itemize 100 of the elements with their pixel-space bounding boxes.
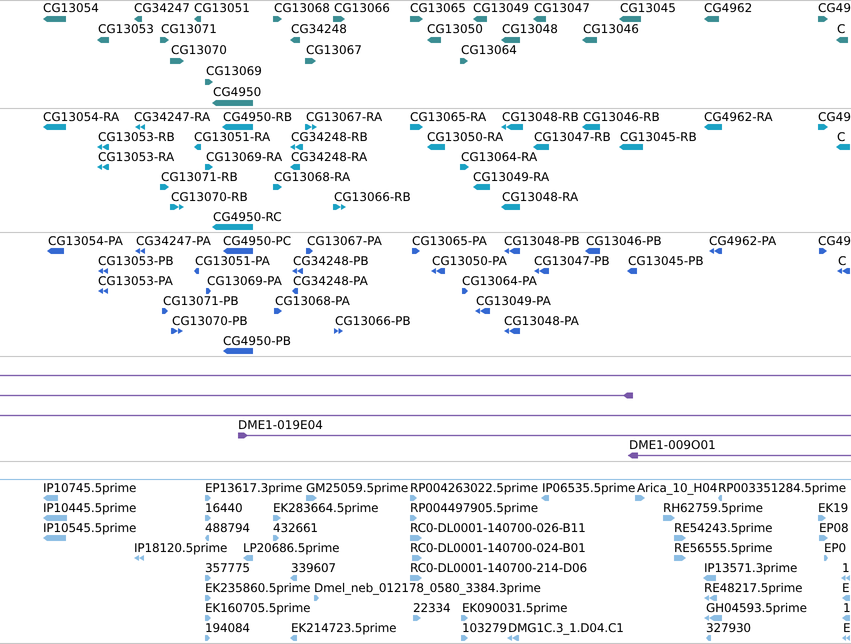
est-label: EP13617.3prime <box>205 481 302 496</box>
protein-label: CG13049-PA <box>476 294 551 308</box>
est-label: IP18120.5prime <box>134 541 228 556</box>
est-label: DMG1C.3_1.D04.C1 <box>508 621 624 636</box>
gene-label: CG49 <box>818 1 851 15</box>
transcript-label: CG13066-RB <box>334 190 411 204</box>
gene-label: CG34247 <box>134 1 190 15</box>
protein-label: CG13053-PA <box>98 274 173 288</box>
protein-label: CG4962-PA <box>709 234 776 248</box>
est-label: RH62759.5prime <box>663 501 763 516</box>
gene-label: C <box>837 22 846 36</box>
est-label: EP0 <box>824 541 846 556</box>
transcript-label: CG4962-RA <box>704 110 773 124</box>
transcript-label: CG13049-RA <box>473 170 550 184</box>
protein-label: CG13070-PB <box>172 314 248 328</box>
protein-label: CG13048-PA <box>504 314 579 328</box>
gene-label: CG13067 <box>306 43 362 57</box>
transcript-label: CG13051-RA <box>194 130 270 144</box>
gene-label: CG13051 <box>194 1 250 15</box>
est-label: 488794 <box>205 521 250 536</box>
est-label: RP004497905.5prime <box>410 501 538 516</box>
gene-label: CG13049 <box>473 1 529 15</box>
protein-label: CG13064-PA <box>462 274 537 288</box>
est-label: 103279 <box>462 621 507 636</box>
est-label: RP004263022.5prime <box>410 481 538 496</box>
protein-label: CG49 <box>818 234 851 248</box>
est-label: RC0-DL0001-140700-026-B11 <box>410 521 586 536</box>
est-label: Dmel_neb_012178_0580_3384.3prime <box>314 581 541 596</box>
protein-label: CG13066-PB <box>335 314 411 328</box>
est-label: 432661 <box>273 521 318 536</box>
est-label: IP10445.5prime <box>43 501 136 516</box>
transcript-label: CG34248-RA <box>291 150 368 164</box>
transcript-label: CG49 <box>818 110 851 124</box>
gene-label: CG13050 <box>427 22 483 36</box>
protein-label: CG13067-PA <box>307 234 382 248</box>
gene-label: CG13069 <box>206 64 262 78</box>
est-label: RE54243.5prime <box>674 521 772 536</box>
protein-label: CG34248-PB <box>293 254 369 268</box>
gene-label: CG13065 <box>410 1 466 15</box>
gene-label: CG13053 <box>98 22 154 36</box>
est-label: Arica_10_H04 <box>637 481 718 496</box>
protein-label: CG13053-PB <box>98 254 174 268</box>
est-label: IP13571.3prime <box>704 561 798 576</box>
est-label: IP10745.5prime <box>43 481 136 496</box>
protein-label: CG13051-PA <box>195 254 270 268</box>
est-label: RC0-DL0001-140700-024-B01 <box>410 541 586 556</box>
gene-label: CG13047 <box>534 1 590 15</box>
est-label: IP06535.5prime <box>542 481 636 496</box>
transcript-label: CG13067-RA <box>306 110 382 124</box>
protein-label: CG4950-PB <box>223 334 292 348</box>
protein-label: CG13065-PA <box>412 234 487 248</box>
est-label: RC0-DL0001-140700-214-D06 <box>410 561 588 576</box>
transcript-label: CG13071-RB <box>161 170 238 184</box>
est-label: GH04593.5prime <box>706 601 807 616</box>
est-label: GM25059.5prime <box>306 481 408 496</box>
transcript-label: CG13047-RB <box>534 130 611 144</box>
transcript-label: CG13069-RA <box>206 150 282 164</box>
est-label: 1 <box>843 601 850 616</box>
gene-label: CG13048 <box>502 22 558 36</box>
est-label: EK283664.5prime <box>273 501 378 516</box>
est-label: LP20686.5prime <box>243 541 340 556</box>
protein-label: CG13071-PB <box>163 294 239 308</box>
est-label: 22334 <box>413 601 450 616</box>
est-label: EK19 <box>818 501 848 516</box>
gene-label: CG34248 <box>291 22 347 36</box>
gene-label: CG13054 <box>43 1 99 15</box>
protein-label: CG13048-PB <box>504 234 580 248</box>
est-label: 16440 <box>205 501 242 516</box>
transcript-label: CG4950-RC <box>213 210 282 224</box>
est-label: E <box>842 581 850 596</box>
transcript-label: CG4950-RB <box>223 110 292 124</box>
gene-label: CG13068 <box>274 1 330 15</box>
protein-label: CG34247-PA <box>136 234 211 248</box>
protein-label: CG13068-PA <box>275 294 350 308</box>
est-label: 1 <box>842 561 850 576</box>
gene-label: CG13045 <box>620 1 676 15</box>
protein-label: CG4950-PC <box>223 234 292 248</box>
clone-label: DME1-009O01 <box>629 438 716 452</box>
est-label: EK160705.5prime <box>205 601 310 616</box>
transcript-label: CG13048-RB <box>502 110 579 124</box>
est-label: IP10545.5prime <box>43 521 136 536</box>
transcript-label: CG34247-RA <box>134 110 210 124</box>
clone-label: DME1-019E04 <box>238 418 323 432</box>
transcript-label: C <box>837 130 846 144</box>
gene-label: CG13046 <box>583 22 639 36</box>
transcript-label: CG13053-RB <box>98 130 175 144</box>
protein-label: CG13046-PB <box>586 234 662 248</box>
est-label: E <box>843 621 850 636</box>
protein-label: CG13054-PA <box>48 234 123 248</box>
protein-label: CG34248-PA <box>293 274 368 288</box>
transcript-label: CG13053-RA <box>98 150 174 164</box>
gene-label: CG4962 <box>704 1 752 15</box>
protein-label: CG13047-PB <box>534 254 610 268</box>
gene-label: CG13071 <box>161 22 217 36</box>
est-label: 357775 <box>205 561 250 576</box>
transcript-label: CG13070-RB <box>171 190 248 204</box>
est-label: RE48217.5prime <box>704 581 802 596</box>
transcript-label: CG13050-RA <box>427 130 504 144</box>
est-label: RE56555.5prime <box>674 541 772 556</box>
transcript-label: CG13064-RA <box>461 150 538 164</box>
